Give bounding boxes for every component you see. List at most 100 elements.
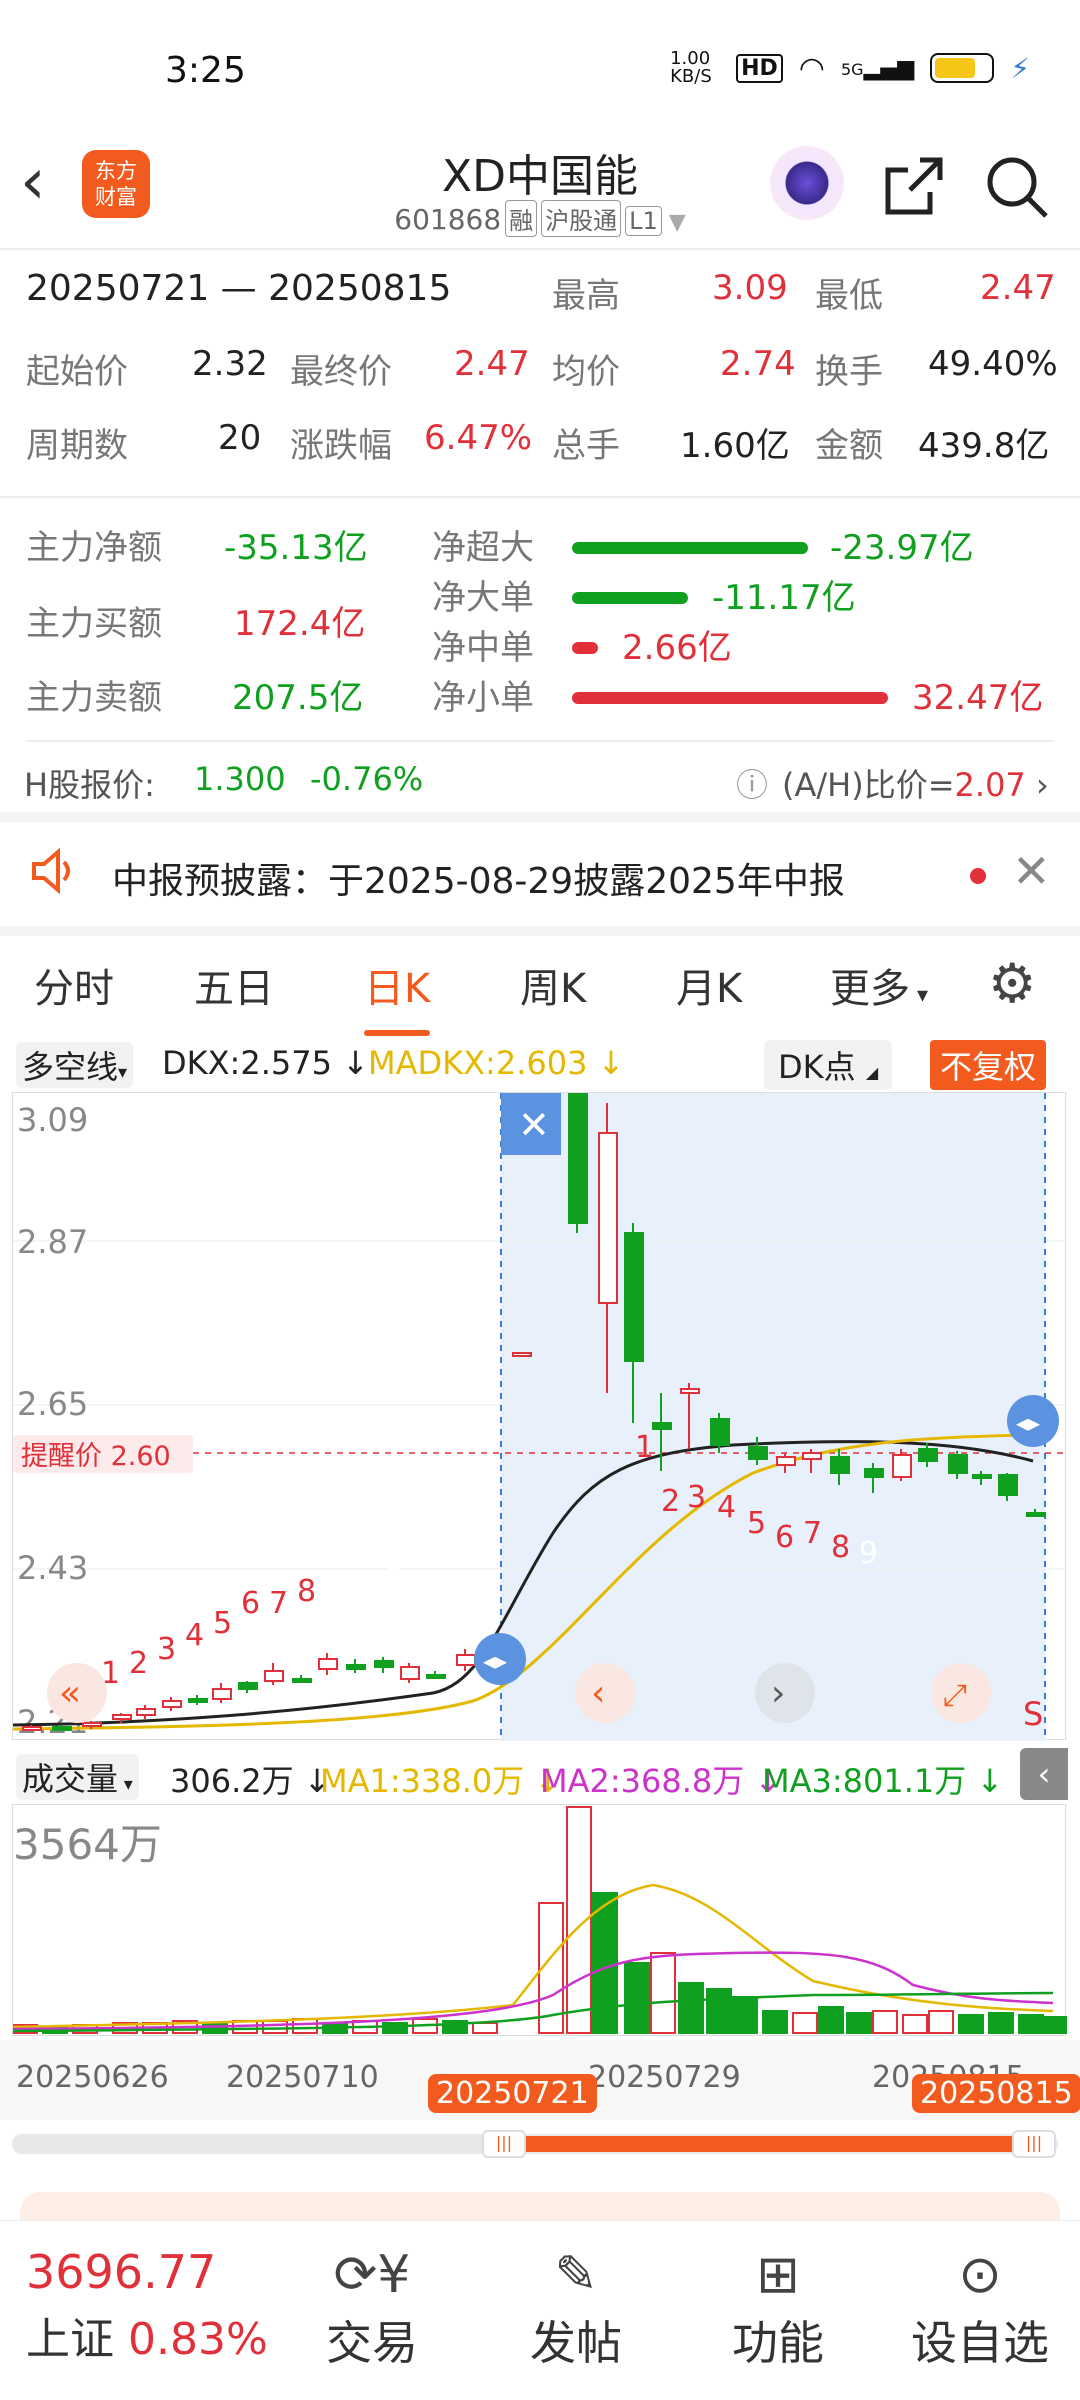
avg-value: 2.74 <box>720 344 796 384</box>
y-axis-label: 2.87 <box>17 1223 88 1261</box>
candle-body <box>802 1452 822 1460</box>
range-end-label: 20250815 <box>912 2074 1080 2113</box>
close-icon[interactable]: ✕ <box>518 1103 550 1147</box>
periods-value: 20 <box>218 418 262 458</box>
td-count: 5 <box>747 1506 766 1541</box>
status-time: 3:25 <box>165 50 246 91</box>
tab-more[interactable]: 更多 ▾ <box>830 956 928 1014</box>
close-value: 2.47 <box>454 344 530 384</box>
td-count: 9 <box>859 1536 878 1571</box>
change-label: 涨跌幅 <box>290 426 392 466</box>
post-button[interactable]: ✎ 发帖 <box>486 2243 666 2373</box>
periods-label: 周期数 <box>26 426 128 466</box>
tab-intraday[interactable]: 分时 <box>34 956 114 1014</box>
candle-body <box>136 1708 156 1716</box>
alert-price-label: 提醒价 2.60 <box>21 1441 171 1472</box>
candle-body <box>710 1418 730 1446</box>
candle-body <box>346 1664 366 1670</box>
volume-bar <box>624 1962 650 2034</box>
h-share-price: 1.300 <box>194 760 286 798</box>
h-share-row[interactable]: H股报价: 1.300 -0.76% ⓘ (A/H)比价=2.07 › <box>0 750 1080 810</box>
sell-signal-label: S <box>1023 1695 1043 1733</box>
share-icon[interactable] <box>880 154 946 234</box>
prev-icon[interactable]: ‹ <box>591 1673 605 1714</box>
volume-chart[interactable]: 3564万 <box>12 1804 1068 2036</box>
volume-bar <box>472 2022 498 2034</box>
drag-handle-icon[interactable]: ◂▸ <box>483 1647 507 1675</box>
candle-body <box>972 1474 992 1479</box>
collapse-icon[interactable]: ‹ <box>1020 1748 1068 1800</box>
indicator-select[interactable]: 多空线▾ <box>16 1042 134 1088</box>
turnover-label: 换手 <box>815 352 883 392</box>
y-axis-label: 2.43 <box>17 1549 88 1587</box>
candle-body <box>1026 1512 1046 1517</box>
next-icon[interactable]: › <box>771 1673 785 1714</box>
watchlist-label: 设自选 <box>911 2316 1049 2370</box>
date-label: 20250710 <box>226 2060 379 2095</box>
dk-point-button[interactable]: DK点 ◢ <box>764 1040 893 1090</box>
expand-icon[interactable]: ⤢ <box>943 1678 967 1713</box>
volume-label: 总手 <box>552 426 620 466</box>
range-handle-right[interactable]: ||| <box>1012 2130 1056 2158</box>
candle-body <box>568 1092 588 1224</box>
volume-select[interactable]: 成交量 ▾ <box>16 1754 139 1800</box>
volume-bar <box>1042 2016 1068 2034</box>
xl-bar <box>572 542 808 554</box>
tab-monthly-k[interactable]: 月K <box>676 956 742 1014</box>
unread-dot <box>970 868 986 884</box>
turnover-value: 49.40% <box>928 344 1058 384</box>
tab-5day[interactable]: 五日 <box>194 956 274 1014</box>
trade-icon: ⟳¥ <box>333 2245 411 2305</box>
tab-weekly-k[interactable]: 周K <box>520 956 586 1014</box>
grid-icon: ⊞ <box>756 2245 800 2305</box>
trade-button[interactable]: ⟳¥ 交易 <box>282 2243 462 2373</box>
volume-bar <box>872 2010 898 2034</box>
gear-icon[interactable]: ⚙ <box>988 952 1036 1015</box>
function-button[interactable]: ⊞ 功能 <box>688 2243 868 2373</box>
drag-handle-icon[interactable]: ◂▸ <box>1016 1409 1040 1437</box>
tab-daily-k[interactable]: 日K <box>364 956 431 1036</box>
date-label: 20250626 <box>16 2060 169 2095</box>
open-label: 起始价 <box>26 352 128 392</box>
candle-body <box>318 1658 338 1670</box>
more-icon: ⊙ <box>958 2245 1002 2305</box>
range-slider[interactable]: ||| ||| <box>12 2130 1058 2158</box>
tab-more-label: 更多 <box>830 966 910 1012</box>
date-axis: 20250626 20250710 20250729 20250815 2025… <box>0 2040 1080 2120</box>
index-quote[interactable]: 3696.77 上证 0.83% <box>26 2245 296 2367</box>
close-icon[interactable]: ✕ <box>1012 844 1051 898</box>
low-label: 最低 <box>815 276 883 316</box>
y-axis-label: 2.65 <box>17 1385 88 1423</box>
td-count: 4 <box>717 1490 736 1525</box>
range-handle-left[interactable]: ||| <box>482 2130 526 2158</box>
index-change: 0.83% <box>128 2314 268 2365</box>
l-value: -11.17亿 <box>712 578 856 618</box>
help-icon[interactable]: ⓘ <box>736 760 768 806</box>
candle-body <box>426 1674 446 1679</box>
search-icon[interactable] <box>984 154 1050 234</box>
td-count: 5 <box>213 1606 232 1641</box>
candlestick-chart[interactable]: 3.09 2.87 2.65 2.43 2.21 提醒价 2.60 ✕ 1 2 … <box>12 1092 1067 1741</box>
tag-level: L1 <box>625 206 662 236</box>
avg-label: 均价 <box>552 352 620 392</box>
y-axis-label: 3.09 <box>17 1101 88 1139</box>
td-count: 7 <box>269 1586 288 1621</box>
add-watchlist-button[interactable]: ⊙ 设自选 <box>890 2243 1070 2373</box>
candle-body <box>292 1678 312 1683</box>
ai-assistant-icon[interactable] <box>770 146 844 220</box>
candle-body <box>948 1454 968 1474</box>
candle-body <box>188 1698 208 1703</box>
no-adjust-button[interactable]: 不复权 <box>930 1040 1047 1090</box>
index-name: 上证 <box>26 2314 114 2365</box>
speaker-icon <box>28 846 78 900</box>
open-value: 2.32 <box>192 344 268 384</box>
kline-svg[interactable]: 3.09 2.87 2.65 2.43 2.21 提醒价 2.60 ✕ 1 2 … <box>12 1092 1067 1741</box>
ah-ratio[interactable]: (A/H)比价=2.07 › <box>782 760 1049 806</box>
status-bar: 3:25 1.00 KB/S HD ◠ 5G▂▄▆ ⚡ <box>0 0 1080 130</box>
rewind-icon[interactable]: « <box>59 1673 81 1714</box>
close-label: 最终价 <box>290 352 392 392</box>
m-value: 2.66亿 <box>622 628 732 668</box>
volume-bar <box>792 2012 818 2034</box>
td-count: 7 <box>803 1516 822 1551</box>
notice-banner[interactable]: 中报预披露：于2025-08-29披露2025年中报 ✕ <box>0 822 1080 926</box>
